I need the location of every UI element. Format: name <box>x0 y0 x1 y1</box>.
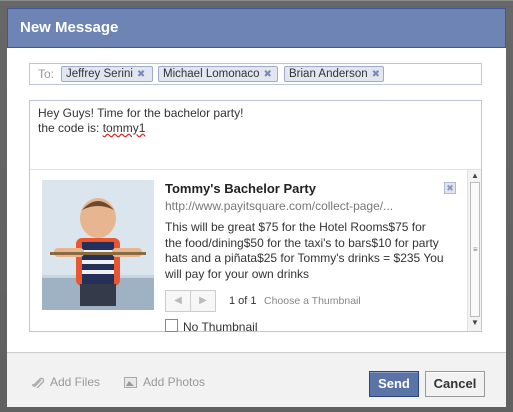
new-message-dialog: New Message To: Jeffrey Serini ✖ Michael … <box>7 8 506 407</box>
recipient-token[interactable]: Jeffrey Serini ✖ <box>61 66 153 82</box>
no-thumbnail-label: No Thumbnail <box>183 320 258 334</box>
remove-recipient-icon[interactable]: ✖ <box>372 69 380 80</box>
no-thumbnail-option[interactable]: No Thumbnail <box>165 319 257 334</box>
paperclip-icon <box>32 377 44 388</box>
scroll-down-icon[interactable]: ▼ <box>471 318 479 327</box>
attachment-scrollbar[interactable]: ▲ ≡ ▼ <box>467 170 481 331</box>
attachment-description: This will be great $75 for the Hotel Roo… <box>165 220 444 281</box>
recipient-name: Brian Anderson <box>289 68 368 80</box>
recipients-field[interactable]: To: Jeffrey Serini ✖ Michael Lomonaco ✖ Br… <box>29 63 482 85</box>
remove-attachment-icon[interactable]: ✖ <box>444 182 456 194</box>
dialog-titlebar: New Message <box>7 8 506 48</box>
attachment-thumbnail <box>42 180 154 310</box>
scroll-thumb[interactable]: ≡ <box>470 182 480 317</box>
send-button[interactable]: Send <box>369 371 419 397</box>
remove-recipient-icon[interactable]: ✖ <box>137 69 145 80</box>
attachment-url: http://www.payitsquare.com/collect-page/… <box>165 199 394 213</box>
remove-recipient-icon[interactable]: ✖ <box>264 69 272 80</box>
dialog-footer: Add Files Add Photos Send Cancel <box>7 352 506 407</box>
link-attachment: Tommy's Bachelor Party http://www.payits… <box>30 170 481 334</box>
add-files-label: Add Files <box>50 375 101 389</box>
choose-thumbnail-label: Choose a Thumbnail <box>264 295 361 307</box>
recipient-name: Michael Lomonaco <box>163 68 260 80</box>
cancel-button[interactable]: Cancel <box>425 371 485 397</box>
attachment-title[interactable]: Tommy's Bachelor Party <box>165 181 316 196</box>
no-thumbnail-checkbox[interactable] <box>165 319 178 332</box>
next-thumbnail-button[interactable]: ▶ <box>190 290 216 312</box>
message-body[interactable]: Hey Guys! Time for the bachelor party! t… <box>38 106 468 136</box>
add-photos-button[interactable]: Add Photos <box>124 375 205 389</box>
recipient-name: Jeffrey Serini <box>66 68 133 80</box>
previous-thumbnail-button[interactable]: ◀ <box>165 290 191 312</box>
thumbnail-count: 1 of 1 <box>229 295 257 307</box>
add-files-button[interactable]: Add Files <box>31 375 100 389</box>
recipient-token[interactable]: Brian Anderson ✖ <box>284 66 384 82</box>
add-photos-label: Add Photos <box>143 375 206 389</box>
message-line: Hey Guys! Time for the bachelor party! <box>38 106 244 120</box>
misspelled-word: tommy1 <box>102 121 146 135</box>
dialog-title: New Message <box>20 19 119 36</box>
photo-icon <box>124 377 137 388</box>
message-code-prefix: the code is: <box>38 121 103 135</box>
scroll-grip-icon: ≡ <box>473 245 478 254</box>
message-line: the code is: tommy1 <box>38 121 468 136</box>
scroll-up-icon[interactable]: ▲ <box>471 171 479 180</box>
to-label: To: <box>38 67 55 81</box>
message-composer: Hey Guys! Time for the bachelor party! t… <box>29 100 482 334</box>
recipient-token[interactable]: Michael Lomonaco ✖ <box>158 66 278 82</box>
